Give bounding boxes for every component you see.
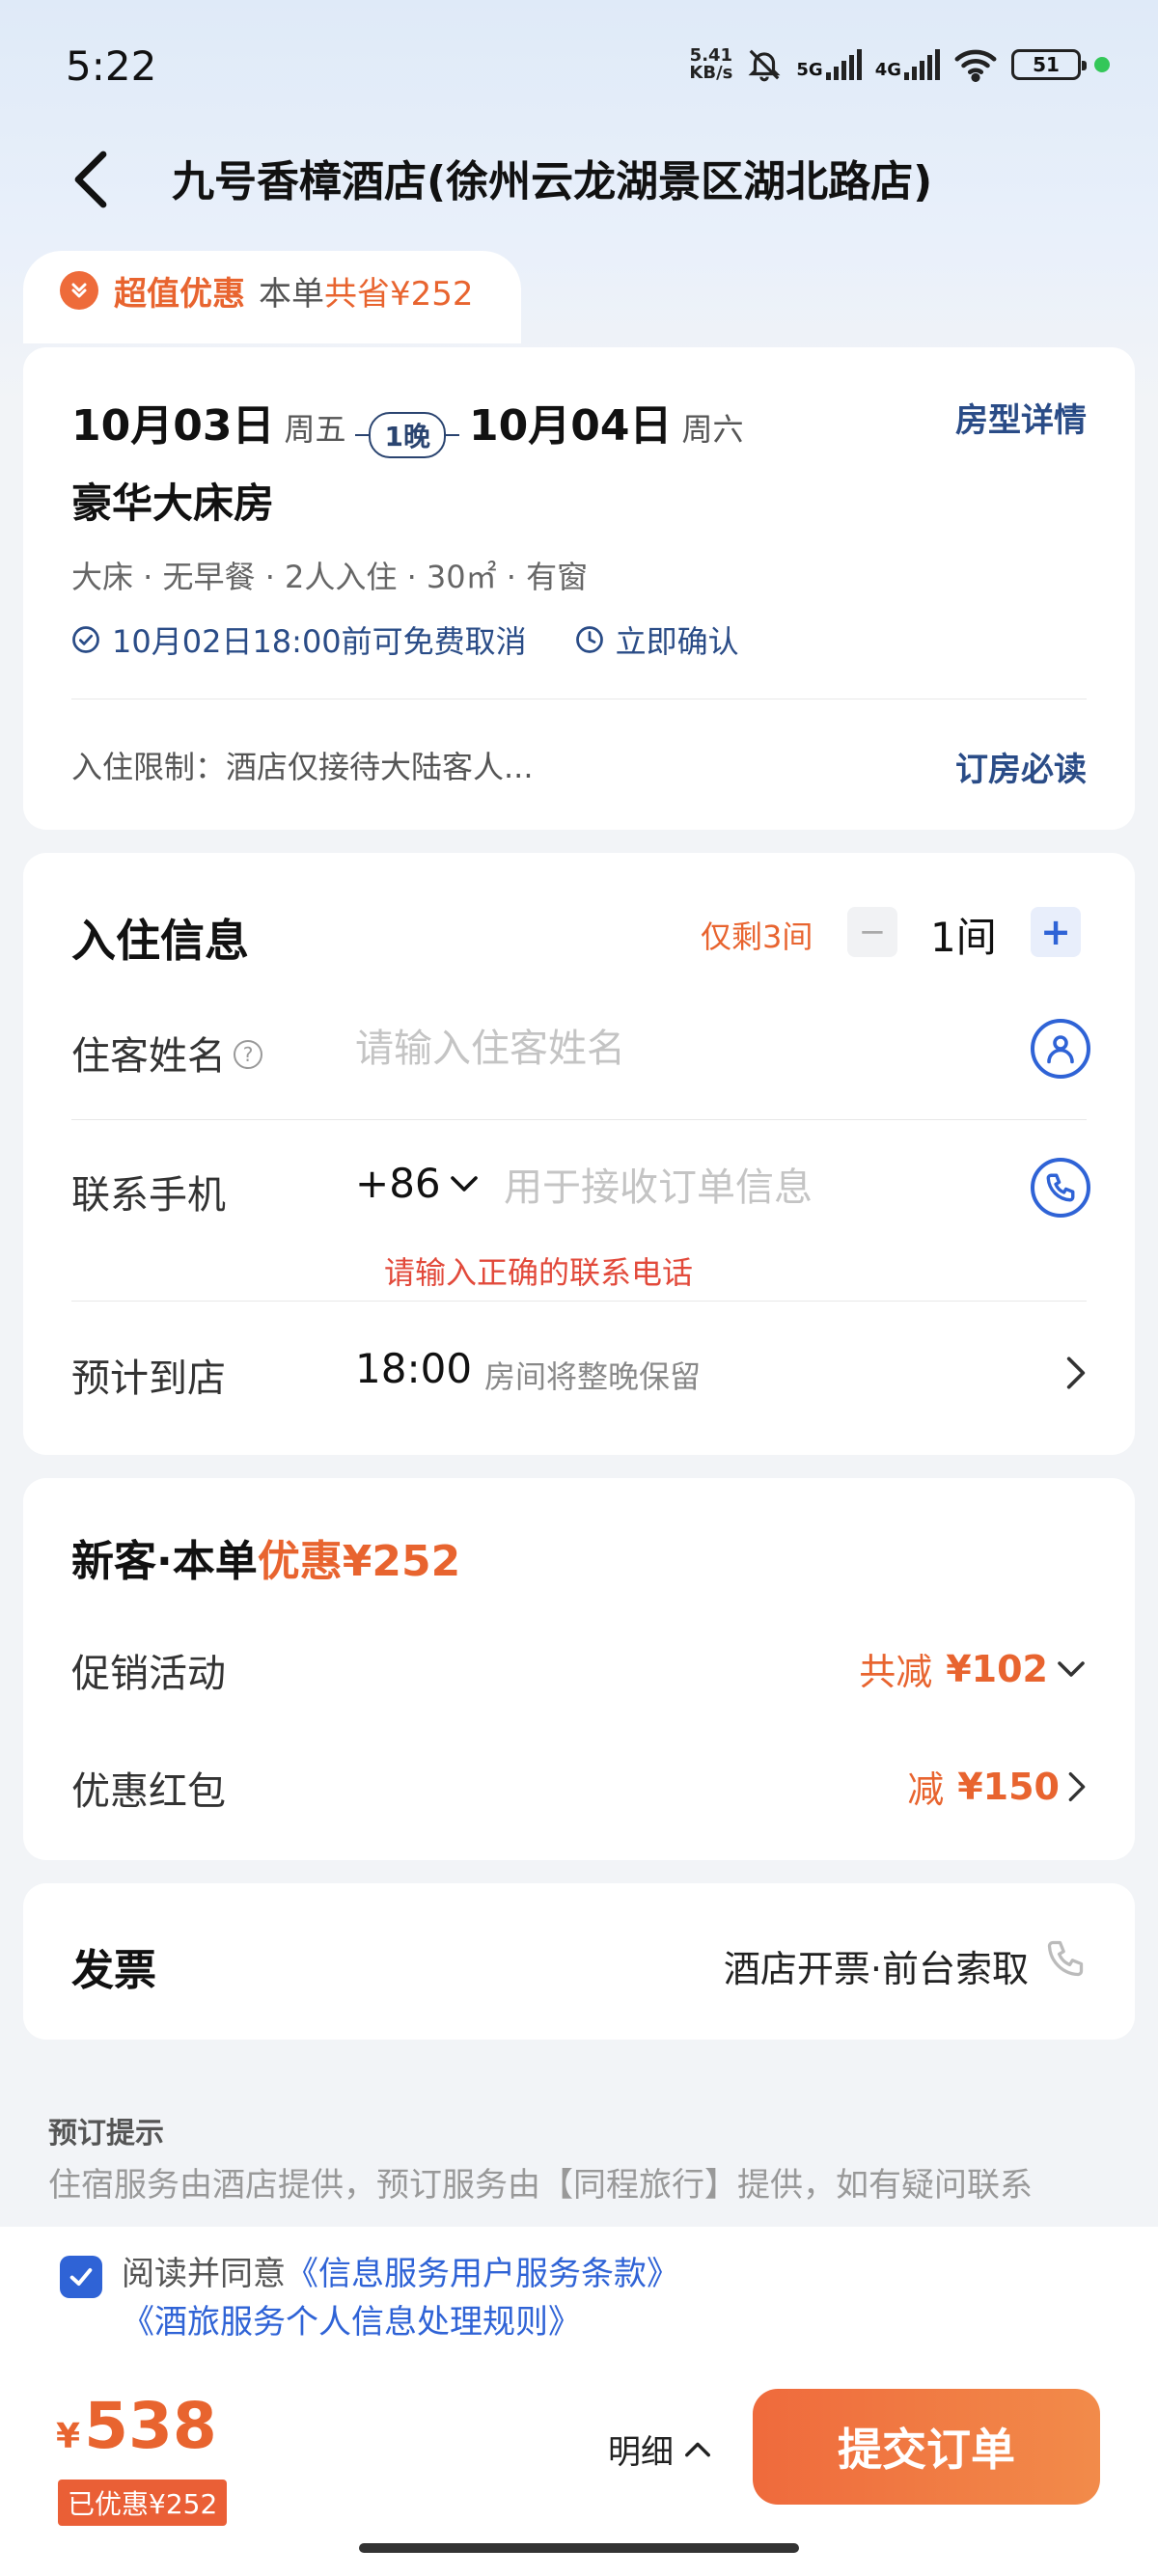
chevron-down-icon <box>1058 1660 1085 1677</box>
cancel-policy: 10月02日18:00前可免费取消 <box>71 617 527 662</box>
price-detail-button[interactable]: 明细 <box>608 2425 712 2473</box>
divider <box>71 1119 1087 1120</box>
status-bar: 5:22 5.41 KB/s 5G 4G 51 <box>0 0 1158 135</box>
chevron-up-icon <box>685 2442 710 2456</box>
invoice-card[interactable]: 发票 酒店开票·前台索取 <box>23 1883 1135 2040</box>
agree-checkbox[interactable] <box>60 2256 102 2298</box>
checkin-date: 10月03日 <box>71 401 275 451</box>
network-speed: 5.41 KB/s <box>689 45 733 83</box>
booking-tips-title: 预订提示 <box>48 2117 164 2151</box>
agreement-text: 阅读并同意《信息服务用户服务条款》《酒旅服务个人信息处理规则》 <box>122 2255 679 2342</box>
checkout-date: 10月04日 <box>468 401 673 451</box>
quantity-minus-button[interactable]: − <box>847 907 897 957</box>
guest-info-title: 入住信息 <box>71 915 249 967</box>
coupon-label: 优惠红包 <box>71 1769 226 1814</box>
guest-name-label: 住客姓名? <box>71 1025 262 1081</box>
must-read-link[interactable]: 订房必读 <box>955 743 1087 790</box>
invoice-value: 酒店开票·前台索取 <box>723 1948 1029 1990</box>
contact-person-icon[interactable] <box>1031 1019 1090 1079</box>
signal-5g-icon: 5G <box>796 49 862 80</box>
promo-activity-label: 促销活动 <box>71 1652 226 1696</box>
total-price: ¥538 <box>56 2389 217 2463</box>
chevron-left-icon <box>74 151 107 208</box>
arrival-time[interactable]: 18:00 <box>355 1345 472 1392</box>
promo-save: 共省¥252 <box>324 274 474 314</box>
privacy-link[interactable]: 《酒旅服务个人信息处理规则》 <box>122 2303 581 2342</box>
promo-text: 本单 <box>259 274 324 314</box>
room-name: 豪华大床房 <box>71 480 275 527</box>
home-indicator[interactable] <box>359 2543 799 2553</box>
discount-card: 新客·本单优惠¥252 促销活动 共减 ¥102 优惠红包 减 ¥150 <box>23 1478 1135 1860</box>
promo-banner: 超值优惠 本单 共省¥252 <box>23 251 521 343</box>
restriction-text: 入住限制：酒店仅接待大陆客人... <box>71 749 534 785</box>
chevron-down-icon <box>450 1175 478 1192</box>
discount-title: 新客·本单优惠¥252 <box>71 1537 461 1586</box>
chevron-right-icon[interactable] <box>1065 1355 1087 1391</box>
status-icons: 5.41 KB/s 5G 4G 51 <box>689 46 1110 83</box>
room-quantity: 1间 <box>930 914 997 961</box>
promo-activity-value[interactable]: 共减 ¥102 <box>859 1642 1087 1695</box>
check-circle-icon <box>72 626 99 653</box>
promo-label: 超值优惠 <box>114 274 245 314</box>
submit-order-button[interactable]: 提交订单 <box>753 2389 1100 2505</box>
guest-info-card: 入住信息 仅剩3间 − 1间 + 住客姓名? 联系手机 +86 请输入正确的联系… <box>23 853 1135 1455</box>
back-button[interactable] <box>58 141 125 218</box>
date-row: 10月03日 周五 1晚 10月04日 周六 <box>71 391 743 462</box>
phone-input[interactable] <box>504 1154 996 1221</box>
terms-link[interactable]: 《信息服务用户服务条款》 <box>286 2255 679 2293</box>
phone-error-message: 请输入正确的联系电话 <box>384 1254 694 1291</box>
arrival-note: 房间将整晚保留 <box>484 1358 702 1395</box>
booking-card: 10月03日 周五 1晚 10月04日 周六 房型详情 豪华大床房 大床 · 无… <box>23 347 1135 830</box>
phone-label: 联系手机 <box>71 1173 226 1218</box>
invoice-title: 发票 <box>71 1946 156 1995</box>
confirm-policy: 立即确认 <box>575 617 739 662</box>
quantity-plus-button[interactable]: + <box>1031 907 1081 957</box>
policy-row: 10月02日18:00前可免费取消 立即确认 <box>71 617 787 662</box>
clock-icon <box>575 626 603 653</box>
guest-name-input[interactable] <box>355 1015 992 1082</box>
chevron-right-icon <box>1068 1771 1086 1801</box>
divider <box>71 1301 1087 1302</box>
country-code-select[interactable]: +86 <box>355 1160 480 1207</box>
saved-badge: 已优惠¥252 <box>58 2480 228 2526</box>
arrival-label: 预计到店 <box>71 1357 226 1401</box>
room-detail-link[interactable]: 房型详情 <box>955 394 1087 441</box>
header: 九号香樟酒店(徐州云龙湖景区湖北路店) <box>0 135 1158 232</box>
checkin-week: 周五 <box>284 411 346 448</box>
phone-icon[interactable] <box>1044 1937 1087 1980</box>
hotel-title: 九号香樟酒店(徐州云龙湖景区湖北路店) <box>172 157 933 206</box>
bottom-panel: 阅读并同意《信息服务用户服务条款》《酒旅服务个人信息处理规则》 ¥538 已优惠… <box>0 2227 1158 2576</box>
battery-icon: 51 <box>1011 49 1087 80</box>
discount-arrow-icon <box>60 271 98 310</box>
checkmark-icon <box>69 2268 93 2286</box>
checkout-week: 周六 <box>681 411 744 448</box>
help-icon[interactable]: ? <box>234 1040 262 1069</box>
room-specs: 大床 · 无早餐 · 2人入住 · 30㎡ · 有窗 <box>71 559 589 595</box>
bell-muted-icon <box>748 49 781 82</box>
stock-left: 仅剩3间 <box>701 918 813 955</box>
status-time: 5:22 <box>66 42 157 90</box>
booking-tips-body: 住宿服务由酒店提供，预订服务由【同程旅行】提供，如有疑问联系 <box>48 2166 1033 2205</box>
status-dot <box>1094 57 1110 72</box>
phone-contacts-icon[interactable] <box>1031 1158 1090 1218</box>
signal-4g-icon: 4G <box>875 49 940 80</box>
nights-badge: 1晚 <box>355 412 459 458</box>
coupon-value[interactable]: 减 ¥150 <box>907 1760 1087 1813</box>
wifi-icon <box>954 49 997 82</box>
